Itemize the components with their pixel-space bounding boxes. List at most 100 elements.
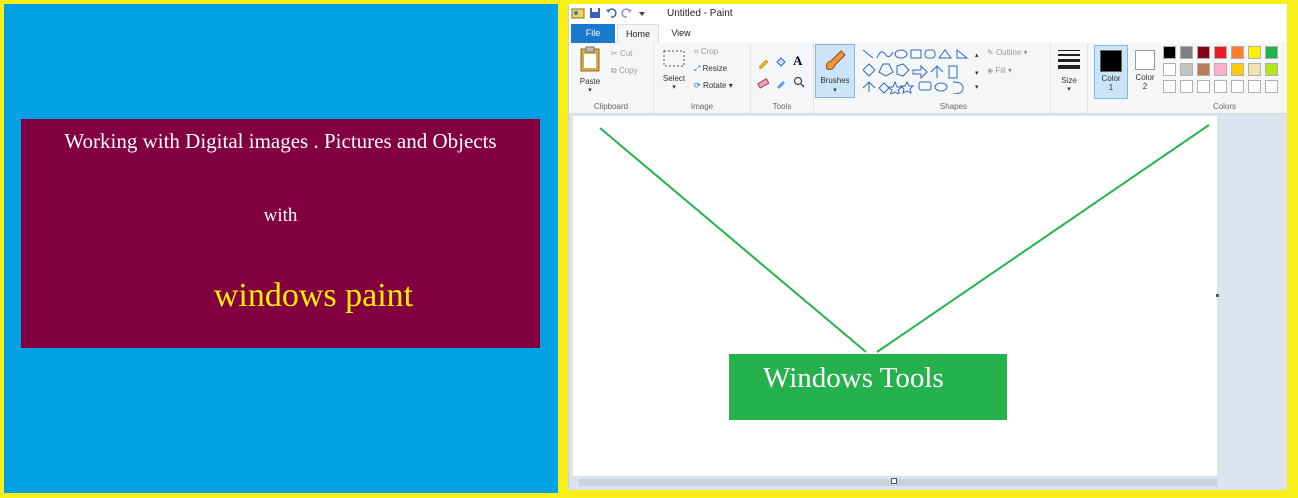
canvas-lines [599, 124, 1210, 353]
brushes-button[interactable]: Brushes ▾ [815, 44, 855, 98]
color-picker-icon[interactable] [775, 77, 787, 89]
brushes-icon [826, 50, 846, 70]
color2-button[interactable]: Color 2 [1130, 45, 1160, 97]
palette-swatch[interactable] [1163, 63, 1176, 76]
brushes-label: Brushes [820, 76, 850, 85]
redo-icon[interactable] [621, 7, 633, 19]
text-tool-icon[interactable]: A [793, 53, 802, 69]
brushes-dropdown-icon[interactable]: ▾ [816, 86, 854, 94]
tab-view[interactable]: View [663, 24, 699, 43]
fill-bucket-icon[interactable] [775, 56, 787, 68]
fill-button[interactable]: ◈ Fill ▾ [987, 66, 1012, 75]
shapes-scroll-up-icon[interactable]: ▴ [975, 51, 979, 59]
resize-button[interactable]: ⤢ Resize [694, 64, 727, 74]
undo-icon[interactable] [605, 7, 617, 19]
colors-group-label: Colors [1212, 102, 1237, 111]
canvas-area: Windows Tools [569, 114, 1288, 490]
tab-home[interactable]: Home [617, 24, 659, 44]
palette-swatch[interactable] [1248, 80, 1261, 93]
save-icon[interactable] [589, 7, 601, 19]
crop-button[interactable]: ⌗ Crop [694, 47, 718, 57]
cut-icon: ✂ [611, 49, 618, 58]
outline-icon: ✎ [987, 48, 994, 57]
windows-tools-box: Windows Tools [729, 354, 1007, 420]
select-label: Select [662, 74, 686, 83]
paste-icon [580, 46, 600, 72]
palette-swatch[interactable] [1214, 46, 1227, 59]
paint-window: Untitled - Paint File Home View Paste ▾ … [568, 4, 1288, 490]
clipboard-group-label: Clipboard [593, 102, 629, 111]
group-tools: A Tools [751, 43, 814, 113]
palette-swatch[interactable] [1214, 80, 1227, 93]
shapes-gallery[interactable] [861, 48, 979, 94]
pencil-icon[interactable] [757, 57, 769, 69]
color1-swatch [1100, 50, 1122, 72]
paint-app-icon[interactable] [571, 7, 585, 19]
canvas-resize-handle-bottom[interactable] [891, 478, 897, 484]
select-button[interactable]: Select ▾ [658, 49, 690, 91]
shapes-more-icon[interactable]: ▾ [975, 83, 979, 91]
titlebar: Untitled - Paint [569, 4, 1288, 24]
divider [558, 0, 568, 498]
tab-file[interactable]: File [571, 24, 615, 43]
palette-swatch[interactable] [1265, 80, 1278, 93]
copy-button[interactable]: ⧉ Copy [611, 66, 638, 76]
ribbon: Paste ▾ ✂ Cut ⧉ Copy Clipboard Select ▾ … [569, 43, 1288, 114]
outline-button[interactable]: ✎ Outline ▾ [987, 48, 1028, 57]
cut-button[interactable]: ✂ Cut [611, 49, 632, 58]
palette-swatch[interactable] [1163, 46, 1176, 59]
select-dropdown-icon[interactable]: ▾ [658, 83, 690, 91]
left-green-line [599, 127, 867, 353]
palette-swatch[interactable] [1180, 46, 1193, 59]
customize-toolbar-icon[interactable] [637, 7, 647, 19]
left-panel: Working with Digital images . Pictures a… [4, 4, 558, 493]
size-dropdown-icon[interactable]: ▾ [1055, 85, 1083, 93]
crop-icon: ⌗ [694, 47, 699, 56]
shapes-scroll-down-icon[interactable]: ▾ [975, 69, 979, 77]
color2-label: Color 2 [1135, 73, 1155, 91]
magnifier-icon[interactable] [793, 76, 805, 88]
rotate-label: Rotate [702, 81, 727, 90]
group-shapes: ▴ ▾ ▾ ✎ Outline ▾ ◈ Fill ▾ Shapes [857, 43, 1051, 113]
rotate-button[interactable]: ⟳ Rotate ▾ [694, 81, 733, 90]
palette-swatch[interactable] [1197, 63, 1210, 76]
copy-label: Copy [618, 66, 638, 75]
quick-access-toolbar [571, 7, 647, 19]
drawing-canvas[interactable]: Windows Tools [573, 116, 1217, 476]
paste-label: Paste [579, 77, 601, 86]
select-icon [663, 50, 685, 67]
right-border [1287, 0, 1298, 498]
palette-swatch[interactable] [1197, 46, 1210, 59]
canvas-resize-handle-right[interactable] [1216, 294, 1219, 297]
title-card: Working with Digital images . Pictures a… [21, 119, 540, 348]
palette-swatch[interactable] [1214, 63, 1227, 76]
palette-swatch[interactable] [1265, 46, 1278, 59]
palette-swatch[interactable] [1265, 63, 1278, 76]
palette-swatch[interactable] [1231, 80, 1244, 93]
windows-tools-label: Windows Tools [763, 362, 944, 394]
palette-swatch[interactable] [1163, 80, 1176, 93]
paste-dropdown-icon[interactable]: ▾ [575, 86, 605, 94]
paste-button[interactable]: Paste ▾ [575, 46, 605, 94]
palette-swatch[interactable] [1180, 80, 1193, 93]
palette-swatch[interactable] [1180, 63, 1193, 76]
group-image: Select ▾ ⌗ Crop ⤢ Resize ⟳ Rotate ▾ Imag… [654, 43, 751, 113]
outline-dropdown-icon: ▾ [1023, 48, 1028, 57]
tools-group-label: Tools [772, 102, 792, 111]
eraser-icon[interactable] [757, 77, 769, 89]
palette-swatch[interactable] [1248, 63, 1261, 76]
size-button[interactable]: Size ▾ [1055, 47, 1083, 93]
palette-swatch[interactable] [1197, 80, 1210, 93]
color2-swatch [1135, 50, 1155, 70]
right-green-line [876, 124, 1210, 353]
canvas-bottom-edge [579, 479, 1217, 486]
group-size: Size ▾ [1051, 43, 1088, 113]
color1-button[interactable]: Color 1 [1094, 45, 1128, 99]
copy-icon: ⧉ [611, 66, 617, 75]
rotate-dropdown-icon[interactable]: ▾ [729, 81, 733, 90]
ribbon-tabs: File Home View [569, 24, 1288, 44]
palette-swatch[interactable] [1231, 63, 1244, 76]
resize-icon: ⤢ [694, 64, 701, 73]
palette-swatch[interactable] [1231, 46, 1244, 59]
palette-swatch[interactable] [1248, 46, 1261, 59]
